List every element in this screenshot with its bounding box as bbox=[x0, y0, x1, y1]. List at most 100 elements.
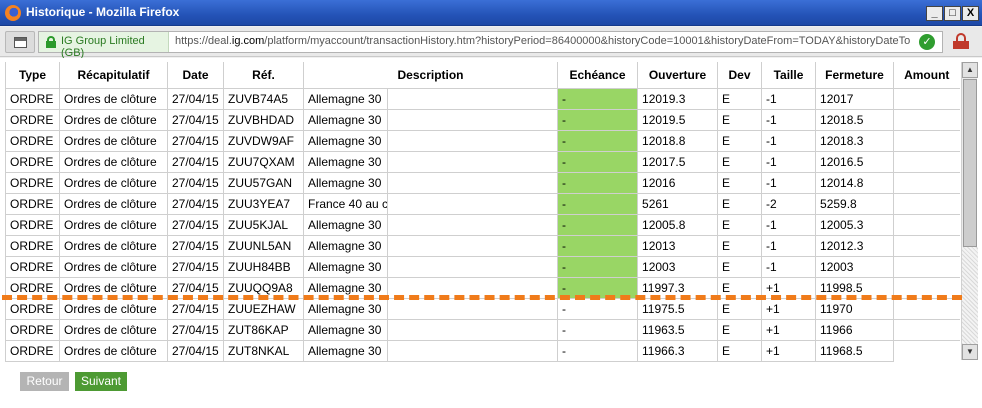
table-row[interactable]: ORDRE Ordres de clôture 27/04/15 ZUU7QXAM Al… bbox=[5, 150, 960, 173]
header-expiry[interactable]: Echéance bbox=[557, 62, 639, 89]
table-row[interactable]: ORDRE Ordres de clôture 27/04/15 ZUU57GAN Al… bbox=[5, 171, 960, 194]
table-row[interactable]: ORDRE Ordres de clôture 27/04/15 ZUT8NKAL Al… bbox=[5, 339, 960, 362]
scroll-up-arrow-icon[interactable]: ▲ bbox=[962, 62, 978, 78]
table-row[interactable]: ORDRE Ordres de clôture 27/04/15 ZUU3YEA7 Fr… bbox=[5, 192, 960, 215]
scroll-down-arrow-icon[interactable]: ▼ bbox=[962, 344, 978, 360]
header-summary[interactable]: Récapitulatif bbox=[59, 62, 168, 89]
cell-closing: 11966 bbox=[815, 318, 895, 341]
window-title: Historique - Mozilla Firefox bbox=[26, 5, 180, 19]
site-identity[interactable]: IG Group Limited (GB) bbox=[39, 32, 169, 59]
maximize-button[interactable]: □ bbox=[944, 6, 961, 21]
table-row[interactable]: ORDRE Ordres de clôture 27/04/15 ZUUEZHAW Al… bbox=[5, 297, 960, 320]
cell-size: -1 bbox=[761, 129, 817, 152]
cell-opening: 11975.5 bbox=[637, 297, 719, 320]
cell-amount bbox=[893, 192, 960, 214]
firefox-icon bbox=[5, 5, 21, 21]
back-button[interactable]: Retour bbox=[20, 372, 69, 391]
table-row[interactable]: ORDRE Ordres de clôture 27/04/15 ZUUNL5AN Al… bbox=[5, 234, 960, 257]
description-overflow-cell bbox=[386, 234, 559, 257]
table-row[interactable]: ORDRE Ordres de clôture 27/04/15 ZUT86KAP Al… bbox=[5, 318, 960, 341]
vertical-scrollbar[interactable]: ▲ ▼ bbox=[961, 62, 978, 360]
minimize-button[interactable]: _ bbox=[926, 6, 943, 21]
cell-date: 27/04/15 bbox=[167, 129, 224, 152]
cell-date: 27/04/15 bbox=[167, 339, 224, 362]
cell-expiry: - bbox=[557, 192, 639, 215]
table-row[interactable]: ORDRE Ordres de clôture 27/04/15 ZUVBHDAD Al… bbox=[5, 108, 960, 131]
cell-closing: 11970 bbox=[815, 297, 895, 320]
cell-amount bbox=[893, 234, 960, 256]
cell-ref: ZUUH84BB bbox=[223, 255, 304, 278]
scroll-thumb[interactable] bbox=[963, 79, 977, 247]
cell-ref: ZUUNL5AN bbox=[223, 234, 304, 257]
description-overflow-cell bbox=[386, 150, 559, 173]
cell-date: 27/04/15 bbox=[167, 192, 224, 215]
table-row[interactable]: ORDRE Ordres de clôture 27/04/15 ZUUH84BB Al… bbox=[5, 255, 960, 278]
header-ref[interactable]: Réf. bbox=[223, 62, 304, 89]
title-bar: Historique - Mozilla Firefox _ □ X bbox=[0, 0, 982, 26]
cell-opening: 12018.8 bbox=[637, 129, 719, 152]
cell-currency: E bbox=[717, 297, 763, 320]
header-opening[interactable]: Ouverture bbox=[637, 62, 719, 89]
cell-summary: Ordres de clôture bbox=[59, 192, 168, 215]
cell-summary: Ordres de clôture bbox=[59, 339, 168, 362]
check-icon[interactable]: ✓ bbox=[919, 34, 935, 50]
table-row[interactable]: ORDRE Ordres de clôture 27/04/15 ZUU5KJAL Al… bbox=[5, 213, 960, 236]
cell-currency: E bbox=[717, 234, 763, 257]
cell-summary: Ordres de clôture bbox=[59, 150, 168, 173]
cell-type: ORDRE bbox=[5, 255, 60, 278]
cell-description: Allemagne 30 bbox=[303, 339, 388, 362]
url-text[interactable]: https://deal.ig.com/platform/myaccount/t… bbox=[175, 35, 915, 47]
cell-opening: 12003 bbox=[637, 255, 719, 278]
cell-amount bbox=[893, 255, 960, 277]
annotation-dashed-line bbox=[2, 295, 962, 300]
cell-size: -1 bbox=[761, 87, 817, 110]
header-type[interactable]: Type bbox=[5, 62, 60, 89]
cell-size: -1 bbox=[761, 171, 817, 194]
cell-closing: 12016.5 bbox=[815, 150, 895, 173]
table-row[interactable]: ORDRE Ordres de clôture 27/04/15 ZUVB74A5 Al… bbox=[5, 87, 960, 110]
cell-type: ORDRE bbox=[5, 150, 60, 173]
description-overflow-cell bbox=[386, 108, 559, 131]
cell-closing: 12018.5 bbox=[815, 108, 895, 131]
cell-type: ORDRE bbox=[5, 192, 60, 215]
plugin-icon[interactable] bbox=[951, 31, 971, 53]
description-overflow-cell bbox=[386, 255, 559, 278]
header-description[interactable]: Description bbox=[302, 62, 559, 89]
cell-expiry: - bbox=[557, 255, 639, 278]
cell-description: Allemagne 30 bbox=[303, 171, 388, 194]
header-amount[interactable]: Amount bbox=[893, 62, 960, 88]
cell-opening: 12019.3 bbox=[637, 87, 719, 110]
address-bar: IG Group Limited (GB) https://deal.ig.co… bbox=[0, 27, 982, 59]
header-currency[interactable]: Dev bbox=[717, 62, 763, 89]
cell-currency: E bbox=[717, 150, 763, 173]
cell-description: Allemagne 30 bbox=[303, 150, 388, 173]
cell-expiry: - bbox=[557, 339, 639, 362]
cell-description: Allemagne 30 bbox=[303, 129, 388, 152]
close-button[interactable]: X bbox=[962, 6, 979, 21]
cell-type: ORDRE bbox=[5, 87, 60, 110]
page-button[interactable] bbox=[5, 31, 35, 53]
cell-expiry: - bbox=[557, 213, 639, 236]
cell-ref: ZUVB74A5 bbox=[223, 87, 304, 110]
cell-size: +1 bbox=[761, 339, 817, 362]
description-overflow-cell bbox=[386, 297, 559, 320]
scroll-track[interactable] bbox=[962, 247, 978, 344]
next-button[interactable]: Suivant bbox=[75, 372, 127, 391]
cell-description: France 40 au c bbox=[303, 192, 388, 215]
header-size[interactable]: Taille bbox=[761, 62, 817, 89]
header-date[interactable]: Date bbox=[167, 62, 224, 89]
cell-amount bbox=[893, 87, 960, 109]
cell-ref: ZUU3YEA7 bbox=[223, 192, 304, 215]
cell-currency: E bbox=[717, 213, 763, 236]
cell-date: 27/04/15 bbox=[167, 213, 224, 236]
description-overflow-cell bbox=[386, 318, 559, 341]
cell-size: -2 bbox=[761, 192, 817, 215]
description-overflow-cell bbox=[386, 171, 559, 194]
cell-summary: Ordres de clôture bbox=[59, 129, 168, 152]
cell-type: ORDRE bbox=[5, 108, 60, 131]
table-row[interactable]: ORDRE Ordres de clôture 27/04/15 ZUVDW9AF Al… bbox=[5, 129, 960, 152]
cell-date: 27/04/15 bbox=[167, 150, 224, 173]
cell-expiry: - bbox=[557, 234, 639, 257]
url-field[interactable]: IG Group Limited (GB) https://deal.ig.co… bbox=[38, 31, 943, 59]
header-closing[interactable]: Fermeture bbox=[815, 62, 895, 89]
